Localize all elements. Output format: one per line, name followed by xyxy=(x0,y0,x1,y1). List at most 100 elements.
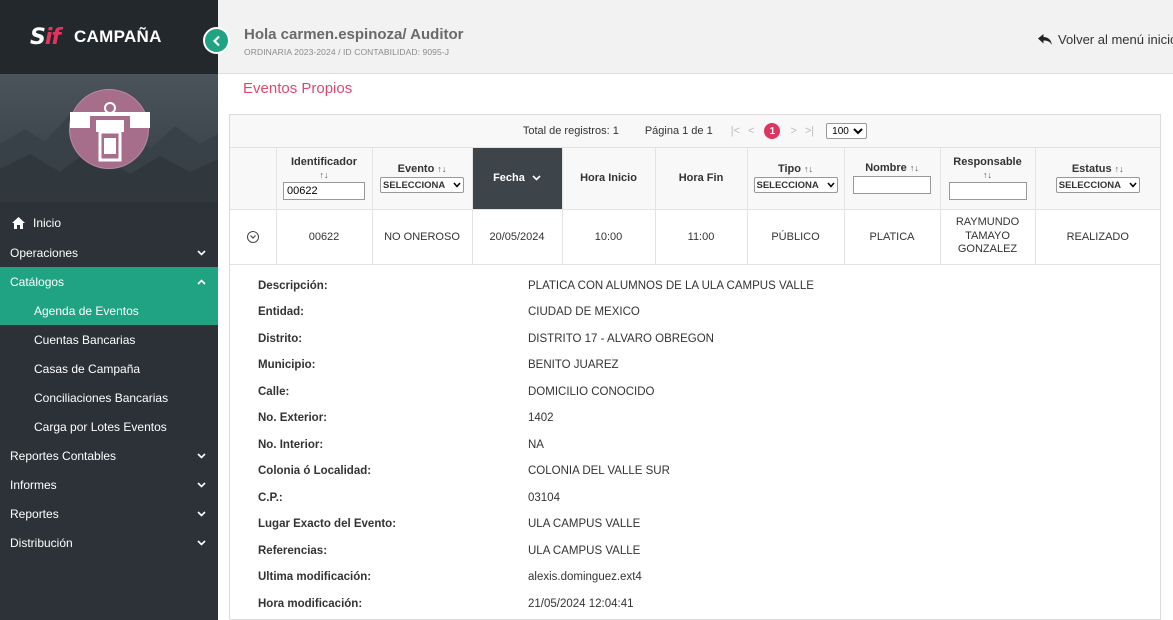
sort-icon[interactable]: ↑↓ xyxy=(1115,164,1124,174)
detail-row: Lugar Exacto del Evento: ULA CAMPUS VALLE xyxy=(258,511,1160,538)
detail-label: Entidad: xyxy=(258,306,304,319)
detail-value: NA xyxy=(528,438,544,451)
detail-label: Distrito: xyxy=(258,332,303,345)
evento-filter-select[interactable]: SELECCIONA xyxy=(380,177,464,194)
chevron-down-icon xyxy=(197,249,206,256)
detail-label: Descripción: xyxy=(258,279,328,292)
sort-icon[interactable]: ↑↓ xyxy=(804,164,813,174)
sort-icon[interactable]: ↑↓ xyxy=(320,170,329,180)
sort-icon[interactable]: ↑↓ xyxy=(910,163,919,173)
avatar xyxy=(64,89,156,169)
sif-logo[interactable]: S if xyxy=(30,24,61,50)
col-label: Fecha xyxy=(493,172,525,185)
next-page-button[interactable]: > xyxy=(790,125,796,137)
sort-icon[interactable]: ↑↓ xyxy=(983,170,992,180)
table-row[interactable]: 00622 NO ONEROSO 20/05/2024 10:00 11:00 … xyxy=(230,209,1160,265)
page-size-select[interactable]: 100 xyxy=(826,123,868,139)
logo-s: S xyxy=(30,24,46,50)
responsable-filter-input[interactable] xyxy=(948,182,1027,201)
chevron-down-icon xyxy=(197,539,206,546)
col-label: Identificador xyxy=(290,156,357,169)
sidebar-subitem-agenda-eventos[interactable]: Agenda de Eventos xyxy=(0,296,218,325)
sidebar-item-inicio[interactable]: Inicio xyxy=(0,208,218,238)
sidebar-toggle-button[interactable] xyxy=(203,27,230,54)
tipo-filter-select[interactable]: SELECCIONA xyxy=(753,177,838,194)
sidebar-item-catalogos[interactable]: Catálogos xyxy=(0,267,218,296)
detail-row: No. Interior: NA xyxy=(258,432,1160,459)
detail-label: Ultima modificación: xyxy=(258,571,372,584)
catalogos-submenu: Agenda de Eventos Cuentas Bancarias Casa… xyxy=(0,296,218,441)
col-tipo[interactable]: Tipo ↑↓ SELECCIONA xyxy=(747,148,845,210)
col-hora-fin[interactable]: Hora Fin xyxy=(655,148,748,210)
chevron-down-icon xyxy=(532,175,541,181)
detail-value: PLATICA CON ALUMNOS DE LA ULA CAMPUS VAL… xyxy=(528,279,814,292)
sidebar-item-distribucion[interactable]: Distribución xyxy=(0,528,218,557)
chevron-left-icon xyxy=(212,35,220,46)
detail-row: Hora modificación: 21/05/2024 12:04:41 xyxy=(258,591,1160,618)
sidebar-subitem-conciliaciones[interactable]: Conciliaciones Bancarias xyxy=(0,383,218,412)
podium-speaker-icon xyxy=(64,102,156,162)
first-page-button[interactable]: |< xyxy=(731,125,740,137)
nombre-filter-input[interactable] xyxy=(853,176,931,195)
estatus-filter-select[interactable]: SELECCIONA xyxy=(1055,177,1140,194)
expand-chevron-icon[interactable] xyxy=(246,231,259,243)
detail-label: Hora modificación: xyxy=(258,597,363,610)
back-to-menu-link[interactable]: Volver al menú inicio xyxy=(1038,32,1173,47)
sidebar-item-label: Informes xyxy=(10,477,57,492)
col-identificador[interactable]: Identificador ↑↓ xyxy=(276,148,373,210)
detail-value: 03104 xyxy=(528,491,560,504)
sidebar-item-operaciones[interactable]: Operaciones xyxy=(0,238,218,267)
current-page-button[interactable]: 1 xyxy=(764,123,781,139)
process-info: ORDINARIA 2023-2024 / ID CONTABILIDAD: 9… xyxy=(244,47,450,57)
identificador-filter-input[interactable] xyxy=(283,182,365,201)
user-greeting: Hola carmen.espinoza/ Auditor xyxy=(244,26,464,43)
col-label: Nombre xyxy=(865,162,907,175)
cell-hora-inicio: 10:00 xyxy=(562,209,656,265)
detail-row: Entidad: CIUDAD DE MEXICO xyxy=(258,299,1160,326)
detail-value: alexis.dominguez.ext4 xyxy=(528,571,642,584)
sidebar-subitem-casas-campana[interactable]: Casas de Campaña xyxy=(0,354,218,383)
sidebar-subitem-carga-lotes[interactable]: Carga por Lotes Eventos xyxy=(0,412,218,441)
sidebar-item-reportes[interactable]: Reportes xyxy=(0,499,218,528)
cell-nombre: PLATICA xyxy=(844,209,941,265)
col-label: Tipo xyxy=(777,163,801,176)
row-expander[interactable] xyxy=(230,209,277,265)
cell-evento: NO ONEROSO xyxy=(372,209,473,265)
chevron-down-icon xyxy=(453,182,461,188)
sort-icon[interactable]: ↑↓ xyxy=(437,164,446,174)
col-responsable[interactable]: Responsable ↑↓ xyxy=(940,148,1036,210)
detail-row: Distrito: DISTRITO 17 - ALVARO OBREGON xyxy=(258,326,1160,353)
cell-fecha: 20/05/2024 xyxy=(472,209,563,265)
col-label: Hora Fin xyxy=(678,172,724,185)
logo-if: if xyxy=(44,24,61,50)
col-estatus[interactable]: Estatus ↑↓ SELECCIONA xyxy=(1035,148,1160,210)
col-label: Responsable xyxy=(953,156,1022,169)
detail-row: Referencias: ULA CAMPUS VALLE xyxy=(258,538,1160,565)
last-page-button[interactable]: >| xyxy=(805,125,814,137)
col-fecha[interactable]: Fecha xyxy=(472,148,563,210)
select-value: SELECCIONA xyxy=(1058,179,1122,191)
detail-value: DOMICILIO CONOCIDO xyxy=(528,385,655,398)
detail-value: 1402 xyxy=(528,412,554,425)
detail-value: CIUDAD DE MEXICO xyxy=(528,306,640,319)
detail-row: Descripción: PLATICA CON ALUMNOS DE LA UL… xyxy=(258,273,1160,300)
sidebar-subitem-cuentas-bancarias[interactable]: Cuentas Bancarias xyxy=(0,325,218,354)
detail-label: Calle: xyxy=(258,385,290,398)
event-detail: Descripción: PLATICA CON ALUMNOS DE LA UL… xyxy=(230,265,1160,618)
sidebar-item-reportes-contables[interactable]: Reportes Contables xyxy=(0,441,218,470)
detail-value: ULA CAMPUS VALLE xyxy=(528,544,641,557)
chevron-down-icon xyxy=(197,452,206,459)
prev-page-button[interactable]: < xyxy=(748,125,754,137)
chevron-up-icon xyxy=(197,278,206,285)
events-table: Identificador ↑↓ Evento ↑↓ SELECCIONA Fe… xyxy=(230,148,1160,265)
sidebar-item-label: Reportes Contables xyxy=(10,448,117,463)
col-evento[interactable]: Evento ↑↓ SELECCIONA xyxy=(372,148,473,210)
sidebar-item-informes[interactable]: Informes xyxy=(0,470,218,499)
detail-value: 21/05/2024 12:04:41 xyxy=(528,597,634,610)
col-hora-inicio[interactable]: Hora Inicio xyxy=(562,148,656,210)
profile-banner xyxy=(0,74,218,202)
cell-identificador: 00622 xyxy=(276,209,373,265)
events-panel: Total de registros: 1 Página 1 de 1 |< <… xyxy=(229,114,1161,620)
detail-row: No. Exterior: 1402 xyxy=(258,405,1160,432)
col-nombre[interactable]: Nombre ↑↓ xyxy=(844,148,941,210)
